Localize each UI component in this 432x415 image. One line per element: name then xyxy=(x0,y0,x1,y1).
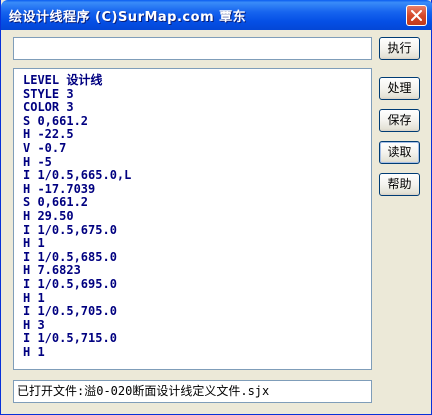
close-button[interactable] xyxy=(406,5,427,26)
content-line: H -5 xyxy=(23,154,52,169)
content-line: S 0,661.2 xyxy=(23,113,89,128)
help-button[interactable]: 帮助 xyxy=(379,173,420,196)
command-input[interactable] xyxy=(13,37,372,60)
content-line: V -0.7 xyxy=(23,141,67,155)
content-line: LEVEL 设计线 xyxy=(23,73,103,87)
content-line: I 1/0.5,675.0 xyxy=(23,222,117,237)
content-line: I 1/0.5,715.0 xyxy=(23,331,117,346)
content-line: H 1 xyxy=(23,236,45,251)
window-title: 绘设计线程序 (C)SurMap.com 覃东 xyxy=(9,10,247,25)
content-line: I 1/0.5,685.0 xyxy=(23,249,117,264)
content-line: H 1 xyxy=(23,290,45,305)
title-bar[interactable]: 绘设计线程序 (C)SurMap.com 覃东 xyxy=(1,0,432,30)
content-line: H -22.5 xyxy=(23,127,74,142)
content-line: I 1/0.5,705.0 xyxy=(23,304,117,319)
content-line: STYLE 3 xyxy=(23,86,74,101)
execute-button[interactable]: 执行 xyxy=(379,37,420,60)
content-line: H 1 xyxy=(23,345,45,359)
content-line: I 1/0.5,695.0 xyxy=(23,277,117,291)
close-icon xyxy=(411,10,422,21)
read-button[interactable]: 读取 xyxy=(379,141,420,164)
content-line: H 7.6823 xyxy=(23,263,81,278)
content-line: S 0,661.2 xyxy=(23,195,89,210)
content-line: COLOR 3 xyxy=(23,100,74,115)
process-button[interactable]: 处理 xyxy=(379,77,420,100)
content-line: I 1/0.5,665.0,L xyxy=(23,168,132,183)
app-window: 绘设计线程序 (C)SurMap.com 覃东 执行 LEVEL 设计线 STYL… xyxy=(0,0,432,415)
save-button[interactable]: 保存 xyxy=(379,109,420,132)
status-field: 已打开文件:溢0-020断面设计线定义文件.sjx xyxy=(13,380,372,403)
content-text-area[interactable]: LEVEL 设计线 STYLE 3 COLOR 3S 0,661.2 H -22.5 V… xyxy=(13,68,372,370)
content-line: H 3 xyxy=(23,317,45,332)
content-line: H 29.50 xyxy=(23,209,74,223)
content-line: H -17.7039 xyxy=(23,181,96,196)
